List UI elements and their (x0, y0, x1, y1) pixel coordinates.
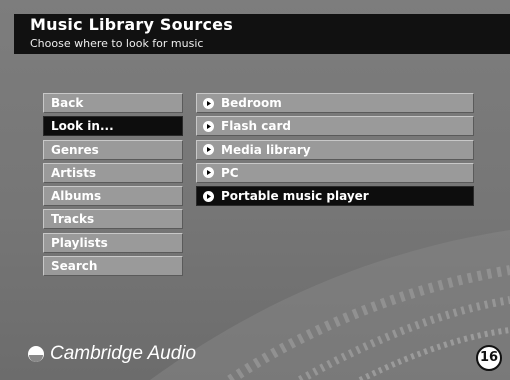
source-item-flash-card[interactable]: Flash card (196, 116, 474, 137)
menu-item-tracks[interactable]: Tracks (43, 209, 183, 230)
play-circle-icon (203, 144, 214, 156)
source-label: PC (221, 165, 239, 180)
cambridge-audio-logo-icon (28, 346, 44, 362)
source-label: Portable music player (221, 189, 369, 204)
page-number-badge: 16 (476, 345, 502, 371)
play-circle-icon (203, 167, 214, 179)
source-label: Bedroom (221, 96, 282, 110)
menu-item-look-in[interactable]: Look in... (43, 116, 183, 137)
menu-item-albums[interactable]: Albums (43, 186, 183, 207)
source-item-bedroom[interactable]: Bedroom (196, 93, 474, 113)
brand-name: Cambridge Audio (50, 343, 197, 364)
source-item-portable-music-player[interactable]: Portable music player (196, 186, 474, 207)
screen: Music Library Sources Choose where to lo… (0, 0, 510, 380)
library-menu: Back Look in... Genres Artists Albums Tr… (43, 93, 183, 279)
menu-item-search[interactable]: Search (43, 256, 183, 277)
play-circle-icon (203, 97, 214, 109)
source-list: Bedroom Flash card Media library PC Port… (196, 93, 474, 209)
source-label: Flash card (221, 119, 291, 134)
play-circle-icon (203, 190, 214, 202)
page-title: Music Library Sources (30, 15, 233, 34)
source-item-media-library[interactable]: Media library (196, 139, 474, 160)
page-subtitle: Choose where to look for music (30, 37, 204, 50)
source-label: Media library (221, 142, 311, 157)
menu-item-back[interactable]: Back (43, 93, 183, 113)
menu-item-artists[interactable]: Artists (43, 162, 183, 183)
menu-item-playlists[interactable]: Playlists (43, 232, 183, 253)
source-item-pc[interactable]: PC (196, 162, 474, 183)
menu-item-genres[interactable]: Genres (43, 139, 183, 160)
brand-logo: Cambridge Audio (28, 343, 196, 365)
play-circle-icon (203, 120, 214, 132)
